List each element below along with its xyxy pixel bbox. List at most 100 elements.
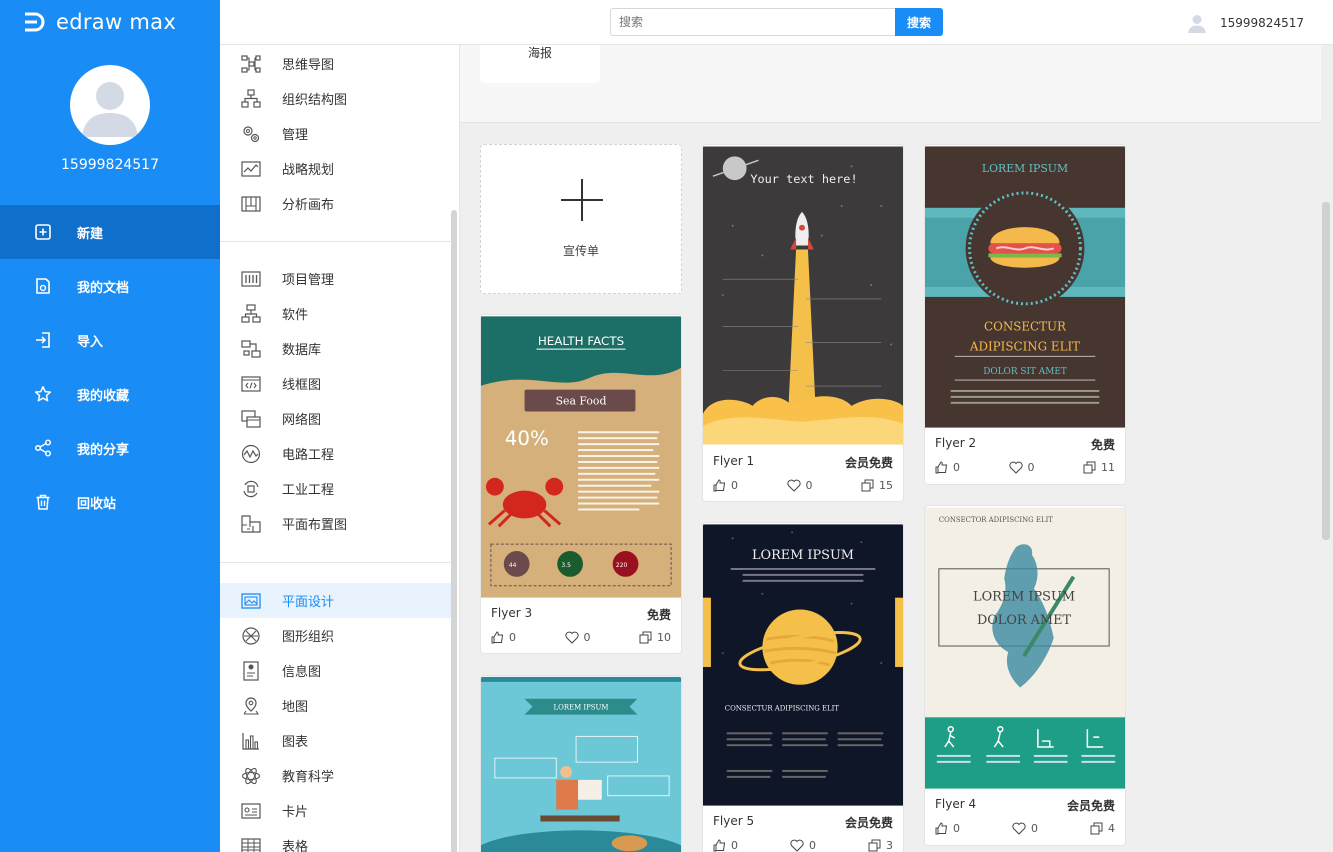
category-graphic-design[interactable]: 平面设计 xyxy=(220,583,451,618)
copy-icon xyxy=(639,631,652,644)
template-stats: 0 0 11 xyxy=(935,461,1115,474)
copy-stat[interactable]: 10 xyxy=(639,631,671,644)
user-avatar-icon xyxy=(82,82,138,137)
nav-item-label: 新建 xyxy=(77,226,104,242)
template-card-flyer3[interactable]: HEALTH FACTS Sea Food 40% 44 3.5 220 Fly… xyxy=(480,314,682,654)
like-stat[interactable]: 0 xyxy=(935,822,960,835)
category-label: 组织结构图 xyxy=(282,93,348,108)
nav-item-label: 导入 xyxy=(77,334,104,350)
category-label: 管理 xyxy=(282,128,309,143)
favorite-stat[interactable]: 0 xyxy=(1012,822,1038,835)
left-navigation: edraw max 15999824517 新建 我的文档 导入 我的收藏 我的… xyxy=(0,0,220,852)
category-group-2: 项目管理 软件 数据库 线框图 网络图 电路工程 工业工程 平面布置图 xyxy=(220,261,451,541)
category-mind-map[interactable]: 思维导图 xyxy=(220,46,451,81)
template-card-flyer5[interactable]: LOREM IPSUM CONSECTUR ADIPISCING ELIT Fl… xyxy=(702,522,904,852)
template-card-flyer4[interactable]: CONSECTOR ADIPISCING ELIT LOREM IPSUM DO… xyxy=(924,505,1126,846)
category-label: 图表 xyxy=(282,735,309,750)
subcategory-poster[interactable]: 海报 xyxy=(480,45,600,83)
header-user[interactable]: 15999824517 xyxy=(1186,12,1304,34)
category-chart[interactable]: 图表 xyxy=(220,723,451,758)
new-flyer-card[interactable]: 宣传单 xyxy=(480,144,682,294)
category-org-chart[interactable]: 组织结构图 xyxy=(220,81,451,116)
nav-item-share[interactable]: 我的分享 xyxy=(0,421,220,475)
flyer2-line3: DOLOR SIT AMET xyxy=(983,367,1067,377)
category-map[interactable]: 地图 xyxy=(220,688,451,723)
category-strategy[interactable]: 战略规划 xyxy=(220,151,451,186)
copy-stat[interactable]: 3 xyxy=(868,839,893,852)
category-wireframe[interactable]: 线框图 xyxy=(220,366,451,401)
nav-item-import[interactable]: 导入 xyxy=(0,313,220,367)
favorite-stat[interactable]: 0 xyxy=(1008,461,1035,474)
category-floor-plan[interactable]: 平面布置图 xyxy=(220,506,451,541)
mind-map-icon xyxy=(240,53,262,75)
search-button[interactable]: 搜索 xyxy=(895,8,943,36)
template-stats: 0 0 15 xyxy=(713,479,893,492)
table-grid-icon xyxy=(240,835,262,852)
edraw-logo-icon xyxy=(25,12,45,32)
category-database[interactable]: 数据库 xyxy=(220,331,451,366)
template-card-flyer6[interactable]: LOREM IPSUM xyxy=(480,675,682,852)
category-label: 图形组织 xyxy=(282,630,335,645)
flyer2-title: LOREM IPSUM xyxy=(982,162,1068,175)
like-stat[interactable]: 0 xyxy=(713,839,738,852)
template-card-flyer1[interactable]: Your text here! Flyer 1 会员免费 0 0 15 xyxy=(702,144,904,502)
heart-icon xyxy=(1012,822,1026,835)
copy-stat[interactable]: 4 xyxy=(1090,822,1115,835)
trash-icon xyxy=(34,493,52,511)
org-chart-icon xyxy=(240,88,262,110)
favorite-count: 0 xyxy=(583,631,591,644)
main-scrollbar[interactable] xyxy=(1322,202,1330,540)
nav-item-my-documents[interactable]: 我的文档 xyxy=(0,259,220,313)
search-input[interactable] xyxy=(610,8,896,36)
template-meta: Flyer 4 会员免费 xyxy=(935,797,1115,814)
category-industrial[interactable]: 工业工程 xyxy=(220,471,451,506)
nav-item-label: 我的收藏 xyxy=(77,388,130,404)
nav-item-favorites[interactable]: 我的收藏 xyxy=(0,367,220,421)
category-project-management[interactable]: 项目管理 xyxy=(220,261,451,296)
category-analysis-canvas[interactable]: 分析画布 xyxy=(220,186,451,221)
template-name: Flyer 4 xyxy=(935,797,977,811)
category-table[interactable]: 表格 xyxy=(220,828,451,852)
favorite-stat[interactable]: 0 xyxy=(786,479,813,492)
like-count: 0 xyxy=(953,461,960,474)
copy-stat[interactable]: 11 xyxy=(1083,461,1115,474)
favorite-count: 0 xyxy=(809,839,816,852)
like-stat[interactable]: 0 xyxy=(491,631,516,644)
header-user-id: 15999824517 xyxy=(1220,16,1304,30)
logo[interactable]: edraw max xyxy=(22,8,176,36)
category-label: 电路工程 xyxy=(282,448,335,463)
database-icon xyxy=(240,338,262,360)
favorite-count: 0 xyxy=(1027,461,1035,474)
favorite-stat[interactable]: 0 xyxy=(790,839,816,852)
network-icon xyxy=(240,408,262,430)
category-card[interactable]: 卡片 xyxy=(220,793,451,828)
template-price: 会员免费 xyxy=(844,456,893,470)
category-management[interactable]: 管理 xyxy=(220,116,451,151)
like-stat[interactable]: 0 xyxy=(713,479,738,492)
flyer4-line1: LOREM IPSUM xyxy=(973,589,1075,604)
category-scrollbar[interactable] xyxy=(451,210,457,852)
template-card-flyer2[interactable]: LOREM IPSUM CONSECTUR ADIPISCING ELIT DO… xyxy=(924,144,1126,485)
nav-item-trash[interactable]: 回收站 xyxy=(0,475,220,529)
nav-item-new[interactable]: 新建 xyxy=(0,205,220,259)
new-flyer-label: 宣传单 xyxy=(562,244,599,258)
copy-stat[interactable]: 15 xyxy=(861,479,893,492)
software-hierarchy-icon xyxy=(240,303,262,325)
category-label: 平面布置图 xyxy=(282,518,348,533)
category-software[interactable]: 软件 xyxy=(220,296,451,331)
circuit-icon xyxy=(240,443,262,465)
category-network[interactable]: 网络图 xyxy=(220,401,451,436)
category-circuit[interactable]: 电路工程 xyxy=(220,436,451,471)
category-panel: 思维导图 组织结构图 管理 战略规划 分析画布 项目管理 软件 数据库 线框图 … xyxy=(220,45,460,852)
avatar[interactable] xyxy=(70,65,150,145)
heart-icon xyxy=(1008,461,1023,474)
template-price: 免费 xyxy=(646,608,671,622)
like-stat[interactable]: 0 xyxy=(935,461,960,474)
copy-icon xyxy=(868,839,881,852)
category-graphic-organizer[interactable]: 图形组织 xyxy=(220,618,451,653)
favorite-stat[interactable]: 0 xyxy=(564,631,591,644)
plus-square-icon xyxy=(34,223,52,241)
category-infographic[interactable]: 信息图 xyxy=(220,653,451,688)
template-stats: 0 0 3 xyxy=(713,839,893,852)
category-education-science[interactable]: 教育科学 xyxy=(220,758,451,793)
